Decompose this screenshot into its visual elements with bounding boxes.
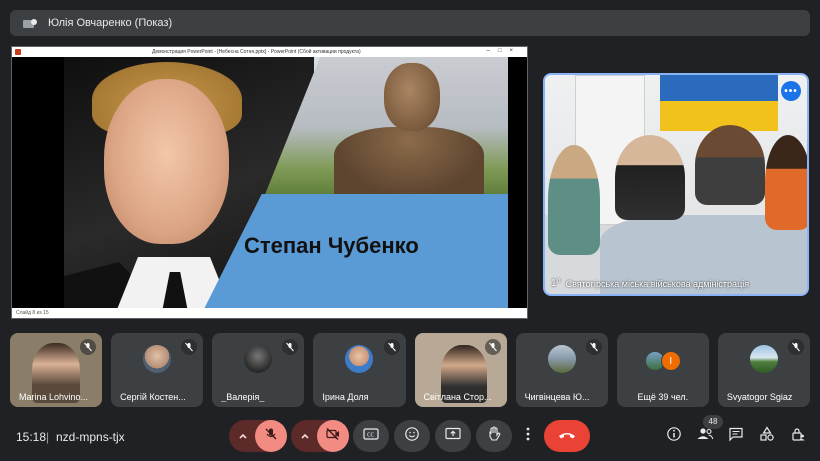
hand-icon (487, 425, 501, 447)
host-controls-button[interactable] (788, 426, 808, 446)
participant-name: Marina Lohvino... (19, 392, 89, 402)
control-bar: 15:18 | nzd-mpns-tjx CC 48 (0, 410, 820, 461)
powerpoint-titlebar: Демонстрация PowerPoint - [Небесна Сотня… (12, 47, 527, 57)
more-options-button[interactable]: ••• (781, 81, 801, 101)
avatar (547, 345, 576, 373)
camera-control-group (291, 420, 349, 452)
participant-video[interactable]: ••• 1⁰ Святогірська міська військова адм… (543, 73, 809, 296)
mic-off-icon (585, 339, 602, 355)
flag (660, 75, 778, 101)
camera-off-icon (325, 427, 341, 446)
activities-button[interactable] (757, 425, 777, 447)
participant-name: Святогірська міська військова адміністра… (565, 278, 750, 289)
window-controls-icon: –□× (486, 48, 521, 54)
slide-name: Степан Чубенко (244, 233, 419, 258)
participant-tile[interactable]: Сергій Костен... (111, 333, 204, 407)
present-button[interactable] (435, 420, 471, 452)
avatar (244, 345, 273, 373)
avatar-initial: І (660, 351, 681, 371)
avatar (345, 345, 374, 373)
mic-control-group (229, 420, 287, 452)
slide: Степан Чубенко (64, 57, 508, 309)
captions-icon: CC (363, 427, 379, 445)
participant-tile[interactable]: Чигвінцева Ю... (515, 333, 608, 407)
raise-hand-button[interactable] (476, 420, 512, 452)
chat-icon (728, 426, 744, 447)
separator: | (46, 430, 50, 444)
participant-name: Чигвінцева Ю... (524, 392, 590, 402)
participant-tile[interactable]: _Валерія_ (212, 333, 305, 407)
participant-video-label: 1⁰ Святогірська міська військова адмініс… (551, 278, 749, 289)
participant-tile[interactable]: Ірина Доля (313, 333, 406, 407)
mic-off-icon (264, 427, 278, 446)
meeting-details-button[interactable] (664, 426, 684, 446)
reactions-button[interactable] (394, 420, 430, 452)
mic-off-icon (484, 339, 501, 355)
shared-screen[interactable]: Демонстрация PowerPoint - [Небесна Сотня… (11, 46, 528, 319)
participant-tile[interactable]: Світлана Стор... (414, 333, 507, 407)
chevron-up-icon[interactable] (237, 429, 249, 447)
microphone-button[interactable] (255, 420, 287, 452)
leave-call-button[interactable] (544, 420, 590, 452)
presenter-title: Юлія Овчаренко (Показ) (48, 17, 173, 29)
emoji-icon (404, 426, 420, 447)
chat-button[interactable] (726, 426, 746, 446)
present-screen-icon (22, 17, 38, 29)
more-options-button[interactable] (517, 420, 539, 452)
shapes-icon (759, 425, 775, 447)
participant-tile[interactable]: Marina Lohvino... (10, 333, 103, 407)
lock-person-icon (790, 426, 806, 447)
more-participants-label: Ещё 39 чел. (637, 392, 689, 402)
participant-tiles: Marina Lohvino... Сергій Костен... _Вале… (10, 333, 810, 407)
participant-name: _Валерія_ (221, 392, 265, 402)
clock: 15:18 (16, 430, 47, 444)
mic-off-icon (181, 339, 198, 355)
svg-text:CC: CC (367, 433, 374, 439)
captions-button[interactable]: CC (353, 420, 389, 452)
hangup-icon (557, 427, 577, 445)
present-screen-icon (445, 427, 461, 446)
info-icon (666, 426, 682, 447)
participant-tile[interactable]: Svyatogor Sgiaz (717, 333, 810, 407)
mic-off-icon (788, 339, 804, 355)
more-vert-icon (526, 427, 530, 446)
participant-name: Svyatogor Sgiaz (726, 392, 793, 402)
avatar (749, 345, 778, 373)
mic-off-icon (80, 339, 97, 355)
presenter-bar: Юлія Овчаренко (Показ) (10, 10, 810, 36)
meeting-code: nzd-mpns-tjx (56, 430, 125, 444)
more-participants-tile[interactable]: І Ещё 39 чел. (616, 333, 709, 407)
powerpoint-icon (15, 49, 21, 55)
people-button[interactable] (695, 426, 715, 446)
chevron-up-icon[interactable] (299, 429, 311, 447)
mic-off-icon (282, 339, 299, 355)
meet-window: Юлія Овчаренко (Показ) Демонстрация Powe… (0, 0, 820, 461)
participant-name: Світлана Стор... (423, 392, 492, 402)
participant-name: Ірина Доля (322, 392, 369, 402)
avatar (143, 345, 172, 373)
camera-button[interactable] (317, 420, 349, 452)
people-icon (696, 426, 714, 447)
camera-mark: 1⁰ (551, 278, 561, 289)
powerpoint-window-caption: Демонстрация PowerPoint - [Небесна Сотня… (152, 49, 361, 55)
participant-name: Сергій Костен... (120, 392, 186, 402)
slide-status: Слайд 8 из 15 (12, 308, 527, 318)
mic-off-icon (383, 339, 400, 355)
